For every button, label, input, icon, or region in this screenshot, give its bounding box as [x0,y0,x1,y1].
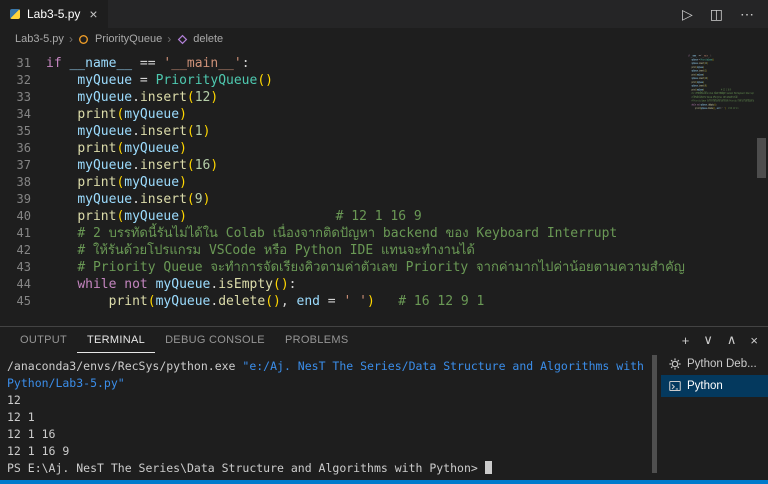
line-number: 36 [0,140,31,157]
panel-tab-debug-console[interactable]: DEBUG CONSOLE [155,327,275,353]
panel-tabs: OUTPUTTERMINALDEBUG CONSOLEPROBLEMS [10,327,358,353]
line-number: 33 [0,89,31,106]
breadcrumb-class[interactable]: PriorityQueue [95,33,162,45]
panel-body: /anaconda3/envs/RecSys/python.exe "e:/Aj… [0,353,768,480]
terminal-list-item-python[interactable]: Python [661,375,768,397]
code-line[interactable]: print(myQueue) [46,140,768,157]
editor-gutter: 313233343536373839404142434445 [0,55,46,326]
line-number: 41 [0,225,31,242]
line-number: 37 [0,157,31,174]
panel-actions: + ∨ ∧ × [682,332,758,348]
terminal-list: Python Deb... Python [661,353,768,480]
code-line[interactable]: myQueue.insert(12) [46,89,768,106]
close-tab-icon[interactable]: × [89,6,97,22]
line-number: 35 [0,123,31,140]
terminal-line: 12 1 16 9 [7,443,650,460]
line-number: 31 [0,55,31,72]
scrollbar-handle[interactable] [757,138,766,178]
minimap[interactable]: if __name__ == '__main__': myQueue = Pri… [688,54,754,316]
terminal-list-label: Python Deb... [687,358,757,370]
panel-tab-problems[interactable]: PROBLEMS [275,327,359,353]
terminal-cursor [485,461,492,474]
code-area[interactable]: if __name__ == '__main__': myQueue = Pri… [46,55,768,326]
code-line[interactable]: # Priority Queue จะทำการจัดเรียงคิวตามค่… [46,259,768,276]
code-editor[interactable]: 313233343536373839404142434445 if __name… [0,50,768,326]
vscode-window: Lab3-5.py × ▷ ◫ ⋯ Lab3-5.py › PriorityQu… [0,0,768,480]
line-number: 34 [0,106,31,123]
terminal-output[interactable]: /anaconda3/envs/RecSys/python.exe "e:/Aj… [0,353,650,480]
chevron-right-icon: › [167,32,171,46]
status-bar [0,480,768,484]
code-line[interactable]: while not myQueue.isEmpty(): [46,276,768,293]
tab-lab3-5-py[interactable]: Lab3-5.py × [0,0,109,28]
code-line[interactable]: print(myQueue.delete(), end = ' ') # 16 … [46,293,768,310]
python-file-icon [10,9,20,19]
code-line[interactable]: print(myQueue) [46,106,768,123]
terminal-line: Python/Lab3-5.py" [7,375,650,392]
bottom-panel: OUTPUTTERMINALDEBUG CONSOLEPROBLEMS + ∨ … [0,326,768,480]
class-symbol-icon [78,33,90,45]
editor-actions: ▷ ◫ ⋯ [682,0,768,28]
chevron-right-icon: › [69,32,73,46]
terminal-line: PS E:\Aj. NesT The Series\Data Structure… [7,460,650,477]
terminal-line: 12 [7,392,650,409]
panel-tab-bar: OUTPUTTERMINALDEBUG CONSOLEPROBLEMS + ∨ … [0,327,768,353]
code-line[interactable]: # ให้รันด้วยโปรแกรม VSCode หรือ Python I… [46,242,768,259]
code-line[interactable]: if __name__ == '__main__': [46,55,768,72]
run-icon[interactable]: ▷ [682,6,693,23]
line-number: 39 [0,191,31,208]
terminal-icon [669,380,681,392]
tab-label: Lab3-5.py [27,7,80,21]
panel-tab-terminal[interactable]: TERMINAL [77,327,155,353]
terminal-line: /anaconda3/envs/RecSys/python.exe "e:/Aj… [7,358,650,375]
line-number: 42 [0,242,31,259]
close-panel-icon[interactable]: × [750,333,758,348]
terminal-dropdown-icon[interactable]: ∨ [703,332,713,348]
code-line[interactable]: print(myQueue) [46,174,768,191]
terminal-scrollbar-handle[interactable] [652,355,657,473]
maximize-panel-icon[interactable]: ∧ [727,332,737,348]
new-terminal-icon[interactable]: + [682,333,690,348]
code-line[interactable]: myQueue.insert(1) [46,123,768,140]
line-number: 38 [0,174,31,191]
code-line[interactable]: myQueue.insert(9) [46,191,768,208]
line-number: 45 [0,293,31,310]
gear-icon [669,358,681,370]
more-actions-icon[interactable]: ⋯ [740,6,754,23]
terminal-scrollbar[interactable] [651,353,659,480]
breadcrumb-method[interactable]: delete [193,33,223,45]
code-line[interactable]: print(myQueue) # 12 1 16 9 [46,208,768,225]
terminal-line: 12 1 [7,409,650,426]
terminal-list-item-python-deb[interactable]: Python Deb... [661,353,768,375]
line-number: 44 [0,276,31,293]
code-line[interactable]: # 2 บรรทัดนี้รันไม่ได้ใน Colab เนื่องจาก… [46,225,768,242]
code-line[interactable]: myQueue.insert(16) [46,157,768,174]
line-number: 32 [0,72,31,89]
line-number: 40 [0,208,31,225]
terminal-list-label: Python [687,380,723,392]
method-symbol-icon [176,33,188,45]
breadcrumb-file[interactable]: Lab3-5.py [15,33,64,45]
code-line: print(myQueue.delete(), end = ' ') # 16 … [688,106,754,110]
breadcrumb: Lab3-5.py › PriorityQueue › delete [0,28,768,50]
code-line[interactable]: myQueue = PriorityQueue() [46,72,768,89]
editor-tab-bar: Lab3-5.py × ▷ ◫ ⋯ [0,0,768,28]
editor-scrollbar[interactable] [755,50,768,326]
split-editor-icon[interactable]: ◫ [710,6,723,23]
minimap-content: if __name__ == '__main__': myQueue = Pri… [688,54,754,110]
line-number: 43 [0,259,31,276]
terminal-line: 12 1 16 [7,426,650,443]
panel-tab-output[interactable]: OUTPUT [10,327,77,353]
